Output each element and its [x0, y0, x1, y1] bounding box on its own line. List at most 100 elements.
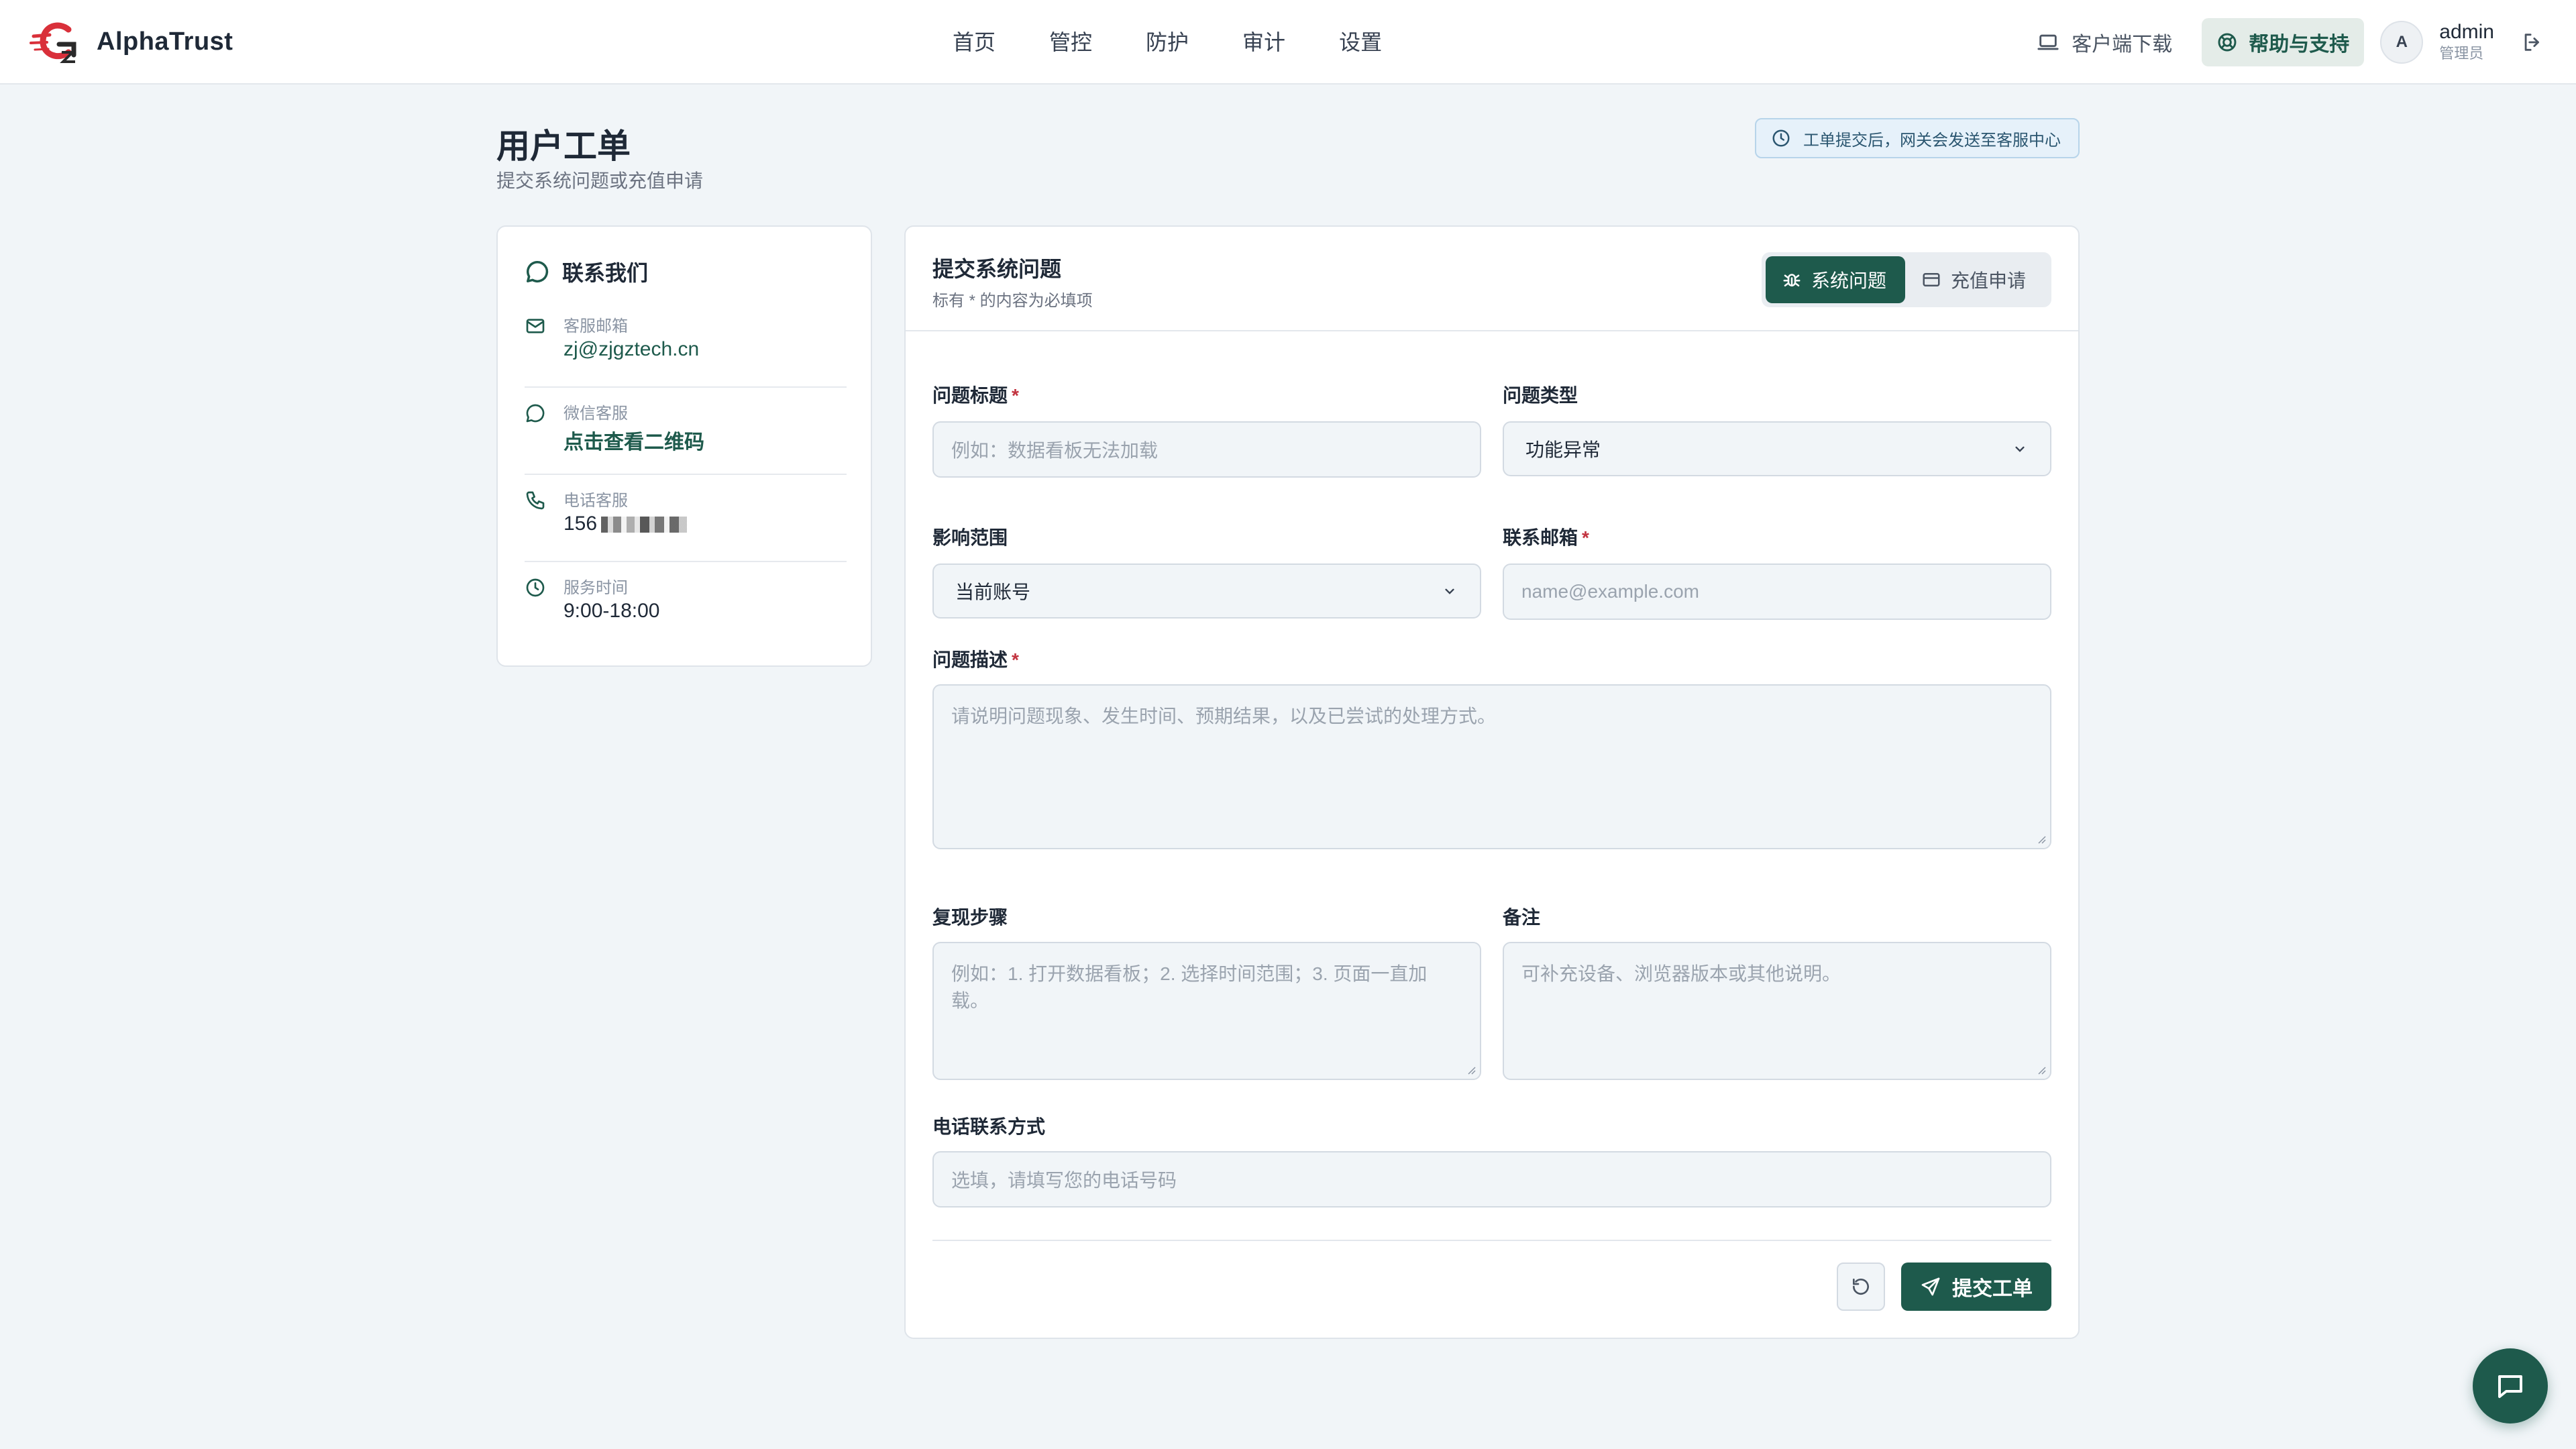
scope-label: 影响范围 — [932, 527, 1008, 548]
contact-label: 服务时间 — [564, 579, 628, 597]
nav-item-control[interactable]: 管控 — [1022, 23, 1119, 62]
email-label: 联系邮箱 * — [1503, 523, 1589, 550]
laptop-icon — [2037, 34, 2059, 50]
steps-textarea[interactable]: 例如：1. 打开数据看板；2. 选择时间范围；3. 页面一直加载。 — [932, 942, 1481, 1080]
description-label-text: 问题描述 — [932, 649, 1008, 670]
app-name: AlphaTrust — [97, 27, 233, 56]
reset-button[interactable] — [1837, 1263, 1885, 1311]
avatar[interactable]: A — [2380, 21, 2424, 64]
form-title: 提交系统问题 — [932, 257, 1062, 281]
refresh-icon — [1853, 1279, 1869, 1295]
contact-label: 微信客服 — [564, 405, 628, 423]
contact-item-phone: 电话客服 156 — [525, 475, 847, 562]
required-mark: * — [1012, 385, 1019, 406]
client-download-label: 客户端下载 — [2072, 34, 2173, 56]
issue-title-label: 问题标题 * — [932, 381, 1019, 408]
issue-type-select[interactable]: 功能异常 — [1503, 421, 2051, 476]
description-placeholder: 请说明问题现象、发生时间、预期结果，以及已尝试的处理方式。 — [951, 706, 1497, 727]
user-role: 管理员 — [2439, 45, 2484, 62]
scope-select[interactable]: 当前账号 — [932, 564, 1481, 619]
bug-icon — [1783, 274, 1801, 286]
contact-item-hours: 服务时间 9:00-18:00 — [525, 562, 847, 649]
required-hint: 标有 * 的内容为必填项 — [932, 292, 1093, 310]
phone-field[interactable]: 选填，请填写您的电话号码 — [932, 1151, 2051, 1208]
top-navigation-bar: AlphaTrust 首页 管控 防护 审计 设置 客户端下载 帮助与支持 A … — [0, 0, 2576, 85]
issue-title-placeholder: 例如：数据看板无法加载 — [951, 440, 1159, 461]
card-icon — [1923, 273, 1940, 286]
email-field[interactable]: name@example.com — [1503, 564, 2051, 620]
tab-system-issue-label: 系统问题 — [1811, 270, 1887, 291]
clock-icon — [526, 578, 545, 597]
logout-button[interactable] — [2521, 31, 2544, 54]
wechat-icon — [526, 404, 545, 423]
resize-handle-icon[interactable] — [1465, 1064, 1476, 1075]
contact-label: 电话客服 — [564, 492, 628, 510]
contact-item-email: 客服邮箱 zj@zjgztech.cn — [525, 301, 847, 388]
phone-icon — [526, 491, 545, 510]
contact-card-header: 联系我们 — [525, 256, 648, 287]
email-placeholder: name@example.com — [1521, 581, 1699, 602]
issue-type-value: 功能异常 — [1525, 439, 1601, 460]
tab-recharge[interactable]: 充值申请 — [1905, 256, 2042, 303]
description-textarea[interactable]: 请说明问题现象、发生时间、预期结果，以及已尝试的处理方式。 — [932, 684, 2051, 849]
steps-placeholder: 例如：1. 打开数据看板；2. 选择时间范围；3. 页面一直加载。 — [951, 963, 1428, 1011]
user-info[interactable]: admin 管理员 — [2439, 21, 2494, 64]
resize-handle-icon[interactable] — [2035, 833, 2046, 844]
page-subtitle: 提交系统问题或充值申请 — [496, 170, 704, 191]
service-hours-value: 9:00-18:00 — [564, 600, 660, 622]
nav-item-protection[interactable]: 防护 — [1119, 23, 1216, 62]
nav-item-settings[interactable]: 设置 — [1312, 23, 1409, 62]
contact-card-title: 联系我们 — [562, 261, 649, 285]
brand[interactable]: AlphaTrust — [30, 20, 233, 63]
resize-handle-icon[interactable] — [2035, 1064, 2046, 1075]
help-support-label: 帮助与支持 — [2249, 34, 2350, 56]
required-mark: * — [1012, 649, 1019, 670]
issue-title-label-text: 问题标题 — [932, 385, 1008, 406]
remarks-label: 备注 — [1503, 907, 1541, 928]
mail-icon — [526, 319, 545, 333]
user-name: admin — [2439, 21, 2494, 43]
steps-label: 复现步骤 — [932, 907, 1008, 928]
contact-card: 联系我们 客服邮箱 zj@zjgztech.cn 微信客服 点击查看二维码 电话… — [496, 225, 872, 667]
phone-label: 电话联系方式 — [932, 1116, 1046, 1137]
send-icon — [1921, 1277, 1940, 1296]
nav-item-home[interactable]: 首页 — [926, 23, 1022, 62]
remarks-textarea[interactable]: 可补充设备、浏览器版本或其他说明。 — [1503, 942, 2051, 1080]
required-mark: * — [1582, 527, 1589, 548]
submit-ticket-label: 提交工单 — [1952, 1278, 2033, 1300]
ticket-form-card: 提交系统问题 标有 * 的内容为必填项 系统问题 充值申请 问题标题 * 例如：数… — [904, 225, 2080, 1339]
scope-value: 当前账号 — [955, 582, 1031, 602]
remarks-placeholder: 可补充设备、浏览器版本或其他说明。 — [1521, 963, 1841, 984]
lifebuoy-icon — [2218, 33, 2237, 52]
contact-item-wechat: 微信客服 点击查看二维码 — [525, 388, 847, 475]
description-label: 问题描述 * — [932, 645, 1019, 672]
issue-title-input[interactable]: 例如：数据看板无法加载 — [932, 421, 1481, 478]
phone-placeholder: 选填，请填写您的电话号码 — [951, 1170, 1177, 1191]
chat-bubble-icon — [2498, 1375, 2522, 1398]
divider — [932, 1240, 2051, 1241]
chat-bubble-icon — [527, 261, 549, 282]
email-label-text: 联系邮箱 — [1503, 527, 1578, 548]
chat-support-button[interactable] — [2473, 1348, 2548, 1424]
chevron-down-icon — [1445, 588, 1454, 594]
support-phone-number: 156 — [564, 513, 688, 535]
nav-item-audit[interactable]: 审计 — [1216, 23, 1312, 62]
ticket-type-toggle: 系统问题 充值申请 — [1762, 252, 2051, 307]
tab-recharge-label: 充值申请 — [1951, 270, 2027, 291]
support-email-link[interactable]: zj@zjgztech.cn — [564, 338, 699, 361]
submit-ticket-button[interactable]: 提交工单 — [1901, 1263, 2051, 1311]
alphatrust-logo-icon — [30, 22, 76, 63]
issue-type-label: 问题类型 — [1503, 385, 1578, 406]
client-download-link[interactable]: 客户端下载 — [2037, 28, 2172, 57]
redacted-phone-digits — [601, 517, 688, 533]
contact-label: 客服邮箱 — [564, 317, 628, 335]
wechat-qrcode-link[interactable]: 点击查看二维码 — [564, 425, 704, 455]
main-nav: 首页 管控 防护 审计 设置 — [926, 23, 1409, 62]
tab-system-issue[interactable]: 系统问题 — [1766, 256, 1905, 303]
form-header: 提交系统问题 标有 * 的内容为必填项 系统问题 充值申请 — [906, 227, 2078, 331]
phone-prefix: 156 — [564, 513, 598, 535]
clock-icon — [1772, 129, 1790, 147]
logout-icon — [2524, 34, 2539, 51]
help-support-button[interactable]: 帮助与支持 — [2202, 18, 2365, 66]
page-title: 用户工单 — [496, 127, 631, 165]
